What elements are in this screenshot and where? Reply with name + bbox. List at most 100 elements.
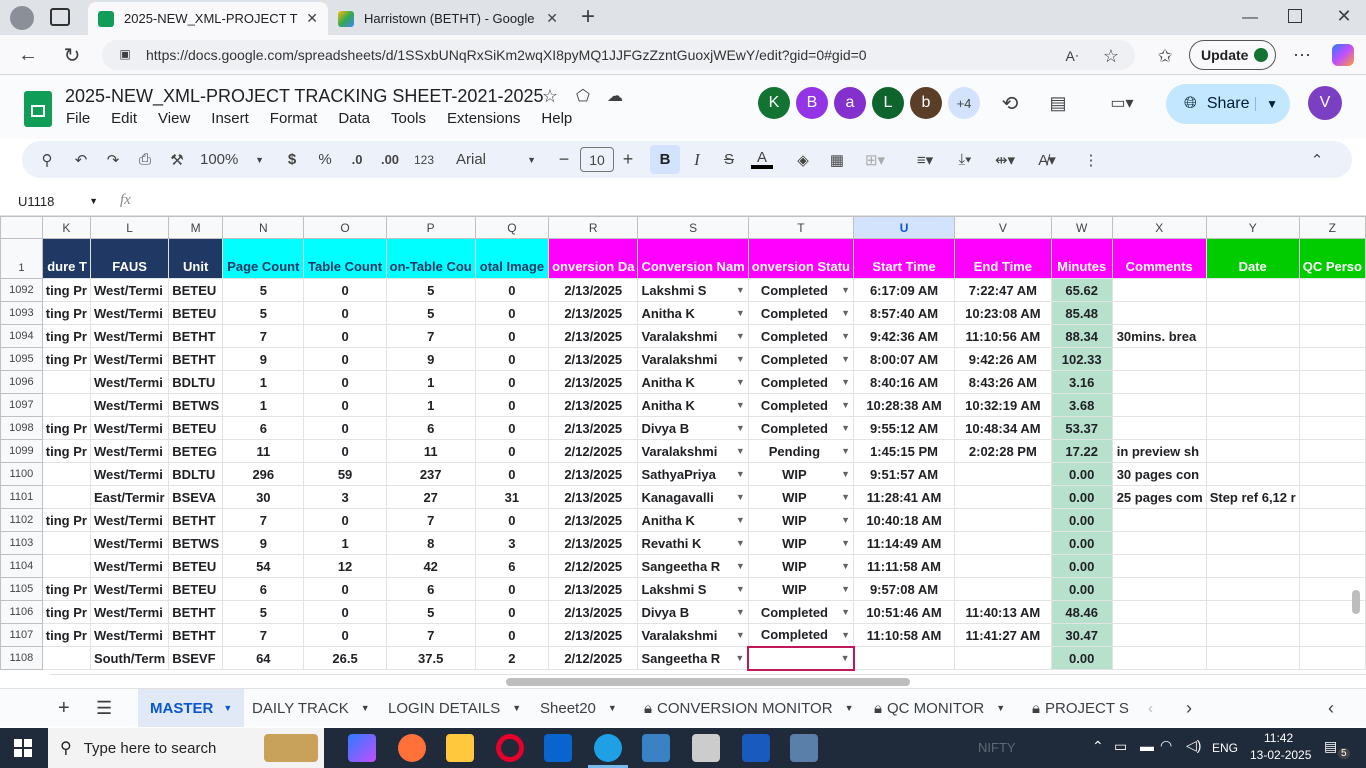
cell-r[interactable]: 2/13/2025 [548,531,639,555]
chevron-down-icon[interactable]: ▼ [736,423,745,433]
column-title[interactable]: Conversion Nam [637,238,749,279]
column-title[interactable]: Start Time [852,238,956,279]
dropdown-chip[interactable]: Lakshmi S ▼ [641,582,744,597]
collapse-menus-icon[interactable]: ⌃ [1306,141,1328,178]
dropdown-chip[interactable]: Completed ▼ [752,329,850,344]
dropdown-chip[interactable]: Anitha K ▼ [641,513,744,528]
cell-x[interactable] [1111,554,1207,578]
cell-z[interactable] [1298,393,1366,417]
cell-n[interactable]: 64 [222,646,305,670]
column-header-n[interactable]: N [222,216,305,239]
cell-l[interactable]: West/Termi [89,623,170,647]
cell-x[interactable] [1111,301,1207,325]
cell-m[interactable]: BDLTU [168,370,224,394]
chevron-down-icon[interactable]: ▼ [736,446,745,456]
undo-icon[interactable]: ↶ [70,141,92,178]
site-info-icon[interactable]: ▣ [118,47,132,61]
dropdown-chip[interactable]: Varalakshmi ▼ [641,352,744,367]
cell-p[interactable]: 27 [385,485,476,509]
cell-l[interactable]: West/Termi [89,370,170,394]
chevron-down-icon[interactable]: ▼ [736,400,745,410]
collaborator-avatar[interactable]: K [758,87,790,119]
cell-o[interactable]: 0 [303,347,387,371]
cell-w[interactable]: 17.22 [1050,439,1113,463]
cell-o[interactable]: 0 [303,439,387,463]
cell-t[interactable]: Completed ▼ [747,370,855,394]
chevron-down-icon[interactable]: ▼ [841,285,850,295]
cell-w[interactable]: 0.00 [1050,485,1113,509]
cell-l[interactable]: West/Termi [89,531,170,555]
column-title[interactable]: dure T [41,238,91,279]
row-number[interactable]: 1107 [0,623,43,647]
cell-y[interactable] [1205,439,1300,463]
strikethrough-button[interactable]: S [720,141,738,178]
cell-v[interactable] [954,531,1052,555]
cell-n[interactable]: 1 [222,393,305,417]
chevron-down-icon[interactable]: ▼ [841,423,850,433]
bold-button[interactable]: B [650,145,680,174]
cell-n[interactable]: 6 [222,577,305,601]
number-format-button[interactable]: 123 [412,141,436,178]
vertical-scrollbar[interactable] [1352,590,1360,614]
cell-w[interactable]: 0.00 [1050,508,1113,532]
cell-q[interactable]: 0 [474,462,550,486]
cell-w[interactable]: 0.00 [1050,462,1113,486]
cell-p[interactable]: 9 [385,347,476,371]
cell-z[interactable] [1298,416,1366,440]
meet-icon[interactable]: ▭▾ [1102,91,1142,115]
cell-k[interactable] [41,646,91,670]
firefox-taskbar-icon[interactable] [398,734,426,762]
cell-o[interactable]: 1 [303,531,387,555]
dropdown-chip[interactable]: Divya B ▼ [641,421,744,436]
cell-n[interactable]: 7 [222,623,305,647]
cell-o[interactable]: 0 [303,600,387,624]
text-color-button[interactable]: A [750,141,774,178]
url-field[interactable]: ▣ https://docs.google.com/spreadsheets/d… [102,40,1135,70]
cell-q[interactable]: 6 [474,554,550,578]
cell-m[interactable]: BSEVF [168,646,224,670]
cell-q[interactable]: 0 [474,370,550,394]
chevron-down-icon[interactable]: ▼ [841,584,850,594]
cell-x[interactable]: 30 pages con [1111,462,1207,486]
dropdown-chip[interactable]: Completed ▼ [752,627,850,642]
cell-z[interactable] [1298,462,1366,486]
chevron-down-icon[interactable]: ▼ [841,630,850,640]
back-icon[interactable]: ← [16,43,40,67]
chevron-down-icon[interactable]: ▼ [736,331,745,341]
cell-v[interactable]: 9:42:26 AM [954,347,1052,371]
app-taskbar-icon[interactable] [642,734,670,762]
cell-v[interactable] [954,508,1052,532]
cell-x[interactable] [1111,577,1207,601]
column-header-k[interactable]: K [41,216,91,239]
cell-x[interactable]: 25 pages com [1111,485,1207,509]
cell-p[interactable]: 6 [385,577,476,601]
collaborator-avatar[interactable]: L [872,87,904,119]
cell-l[interactable]: West/Termi [89,301,170,325]
menu-data[interactable]: Data [338,110,370,127]
cell-u[interactable]: 11:11:58 AM [852,554,956,578]
cell-p[interactable]: 11 [385,439,476,463]
cell-l[interactable]: South/Term [89,646,170,670]
cell-y[interactable] [1205,301,1300,325]
percent-button[interactable]: % [316,141,334,178]
cell-q[interactable]: 31 [474,485,550,509]
dropdown-chip[interactable]: Varalakshmi ▼ [641,628,744,643]
cell-r[interactable]: 2/12/2025 [548,646,639,670]
dropdown-chip[interactable]: Varalakshmi ▼ [641,329,744,344]
cell-q[interactable]: 2 [474,646,550,670]
cell-y[interactable] [1205,416,1300,440]
chevron-down-icon[interactable]: ▼ [841,653,850,663]
column-header-w[interactable]: W [1050,216,1113,239]
volume-icon[interactable]: ◁) [1186,737,1201,754]
menu-extensions[interactable]: Extensions [447,110,520,127]
chevron-down-icon[interactable]: ▼ [841,354,850,364]
cell-r[interactable]: 2/12/2025 [548,439,639,463]
chevron-down-icon[interactable]: ▼ [841,607,850,617]
cell-l[interactable]: West/Termi [89,508,170,532]
cell-x[interactable] [1111,347,1207,371]
windows-start-icon[interactable] [14,739,32,757]
row-number[interactable]: 1100 [0,462,43,486]
cell-z[interactable] [1298,623,1366,647]
sheet-tab-login-details[interactable]: LOGIN DETAILS ▼ [388,689,521,727]
notification-icon[interactable]: ▤ [1324,738,1337,755]
